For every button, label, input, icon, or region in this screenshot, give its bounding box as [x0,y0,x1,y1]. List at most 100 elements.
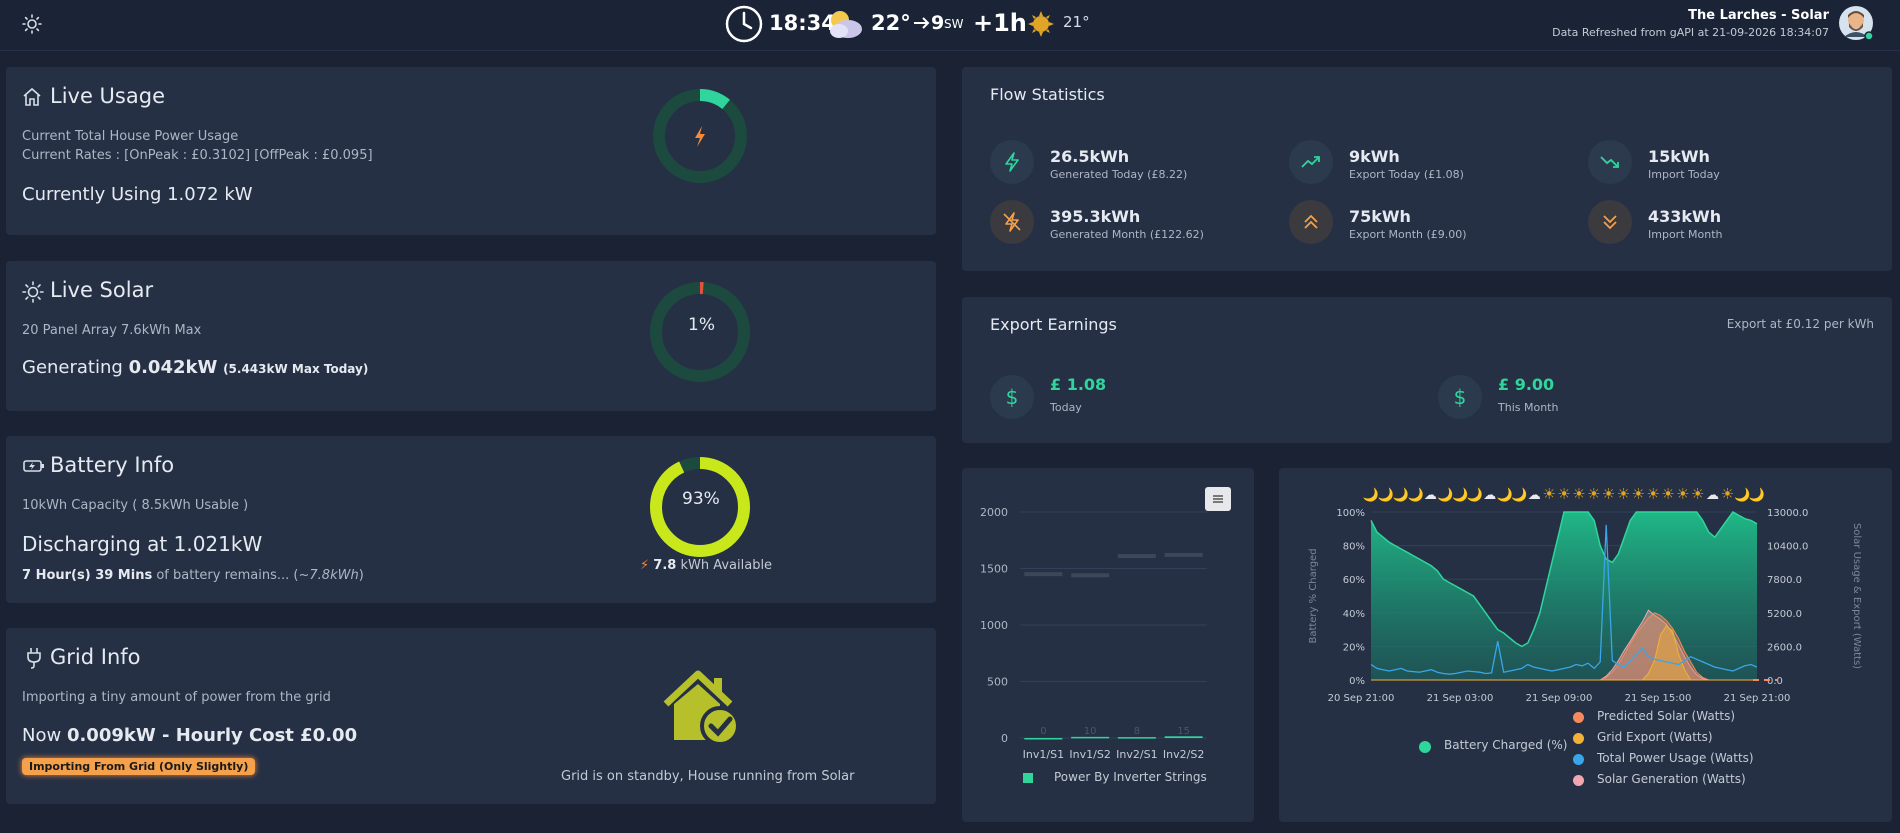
avatar[interactable] [1838,5,1874,41]
weather-icon: 🌙 [1511,487,1527,503]
bolt-icon: ⚡ [640,558,650,573]
grid-card: Grid Info Importing a tiny amount of pow… [6,628,936,804]
bar [1117,737,1156,739]
weather-icon: ☀ [1632,485,1645,503]
battery-gauge-label: 93% [682,489,720,509]
solar-gauge-label: 1% [688,315,715,335]
y-tick-label: 20% [1343,642,1365,653]
usage-gauge [653,89,747,183]
double-up-icon [1289,200,1333,244]
weather-icon: ☀ [1646,485,1659,503]
x-tick-label: Inv1/S2 [1069,748,1110,761]
header-wind-speed: 9 [931,12,945,34]
grid-status-text: Grid is on standby, House running from S… [561,769,855,784]
trend-down-icon [1588,140,1632,184]
legend-label[interactable]: Total Power Usage (Watts) [1597,751,1754,765]
x-tick-label: Inv2/S1 [1116,748,1157,761]
battery-capacity: 10kWh Capacity ( 8.5kWh Usable ) [22,498,249,513]
weather-icon: 🌙 [1749,487,1765,503]
y-tick-label: 500 [987,676,1008,689]
grid-desc: Importing a tiny amount of power from th… [22,690,331,705]
inverter-chart-card: 0 500 1000 1500 2000 0 Inv1/S1 10 Inv1/S2 8 Inv2/S… [962,468,1254,822]
header-wind-dir: SW [944,17,964,31]
live-usage-rates: Current Rates : [OnPeak : £0.3102] [OffP… [22,148,373,163]
x-tick-label: 21 Sep 09:00 [1526,693,1593,704]
weather-icon: 🌙 [1393,487,1409,503]
flow-value: 15kWh [1648,147,1710,166]
export-title: Export Earnings [990,315,1117,334]
flow-label: Generated Today (£8.22) [1050,168,1188,181]
header-temp: 22° [871,11,911,35]
weather-icon: ☁ [1424,488,1437,503]
weather-icon: ☀ [1721,485,1734,503]
grid-now-value: 0.009kW - Hourly Cost £0.00 [66,725,358,746]
legend-label[interactable]: Grid Export (Watts) [1597,730,1713,744]
house-check-icon [658,668,744,748]
history-chart-card: 🌙 🌙 🌙 🌙 ☁ 🌙 🌙 🌙 ☁ 🌙 🌙 ☁ ☀ ☀ ☀ ☀ ☀ ☀ ☀ ☀ ☀ ☀ ☀ ☁ ☀ 🌙 🌙 0% 0.0 20% 2600.… [1279,468,1892,822]
battery-remaining: 7 Hour(s) 39 Mins of battery remains... … [22,568,364,583]
weather-icon: ☀ [1572,485,1585,503]
flow-value: 75kWh [1349,207,1411,226]
weather-icon: ☁ [1528,488,1541,503]
live-solar-card: Live Solar 20 Panel Array 7.6kWh Max Gen… [6,261,936,411]
legend-marker[interactable] [1419,741,1431,753]
export-month-label: This Month [1498,401,1559,414]
weather-icon: ☀ [1542,485,1555,503]
legend-marker[interactable] [1573,733,1584,744]
legend-marker[interactable] [1573,775,1584,786]
y2-tick-label: 10400.0 [1767,542,1808,553]
y-tick-label: 2000 [980,506,1008,519]
live-usage-current: Currently Using 1.072 kW [22,184,253,205]
y-axis-label: Battery % Charged [1308,548,1319,643]
home-icon [22,87,42,107]
bolt-icon [990,140,1034,184]
weather-icon: ☁ [1706,488,1719,503]
sun-icon[interactable] [22,14,42,34]
legend-marker[interactable] [1573,712,1584,723]
bar-data-label: 8 [1134,726,1140,737]
x-tick-label: Inv2/S2 [1163,748,1204,761]
battery-area [1371,512,1757,680]
history-area-chart: 🌙🌙🌙🌙 ☁ 🌙🌙🌙 ☁ 🌙🌙 ☁ ☀ ☀ ☀ ☀ ☀ ☀ ☀ ☀ ☀ ☀ ☀ ☁ ☀ 🌙🌙0% 0.020% 2600.… [1308,485,1862,704]
bar-data-label: 0 [1040,726,1046,737]
weather-icon: 🌙 [1452,487,1468,503]
bolt-off-icon [990,200,1034,244]
grid-now-prefix: Now [22,725,62,746]
cloud-night-icon [826,8,864,40]
weather-icon: ☀ [1587,485,1600,503]
y2-tick-label: 0.0 [1767,676,1783,687]
legend-marker[interactable] [1573,754,1584,765]
trend-up-icon [1289,140,1333,184]
y2-tick-label: 5200.0 [1767,609,1802,620]
live-solar-desc: 20 Panel Array 7.6kWh Max [22,323,202,338]
weather-icon: ☀ [1691,485,1704,503]
weather-icon: 🌙 [1363,487,1379,503]
legend-label[interactable]: Solar Generation (Watts) [1597,772,1746,786]
legend-label[interactable]: Predicted Solar (Watts) [1597,709,1735,723]
weather-icon: 🌙 [1378,487,1394,503]
site-name: The Larches - Solar [1688,8,1829,23]
available-value: 7.8 [653,558,677,573]
legend-label[interactable]: Battery Charged (%) [1444,738,1568,752]
weather-icon: ☁ [1483,488,1496,503]
flow-label: Generated Month (£122.62) [1050,228,1204,241]
live-solar-title: Live Solar [50,278,154,302]
refresh-text: Data Refreshed from gAPI at 21-09-2026 1… [1552,26,1829,39]
clock-icon [724,4,764,44]
weather-icon: ☀ [1661,485,1674,503]
weather-icon: ☀ [1602,485,1615,503]
y2-tick-label: 13000.0 [1767,508,1808,519]
x-tick-label: 21 Sep 03:00 [1427,693,1494,704]
weather-icon: ☀ [1676,485,1689,503]
live-solar-generating: Generating 0.042kW (5.443kW Max Today) [22,357,368,378]
generating-max: (5.443kW Max Today) [223,362,369,376]
dollar-icon: $ [990,375,1034,419]
flow-title: Flow Statistics [990,85,1105,104]
bar [1024,738,1063,740]
flow-label: Import Month [1648,228,1723,241]
y-tick-label: 1500 [980,563,1008,576]
flow-statistics-card: Flow Statistics 26.5kWh Generated Today … [962,67,1892,271]
battery-title: Battery Info [50,453,175,477]
grid-status-badge: Importing From Grid (Only Slightly) [22,758,256,775]
battery-card: Battery Info 10kWh Capacity ( 8.5kWh Usa… [6,436,936,603]
